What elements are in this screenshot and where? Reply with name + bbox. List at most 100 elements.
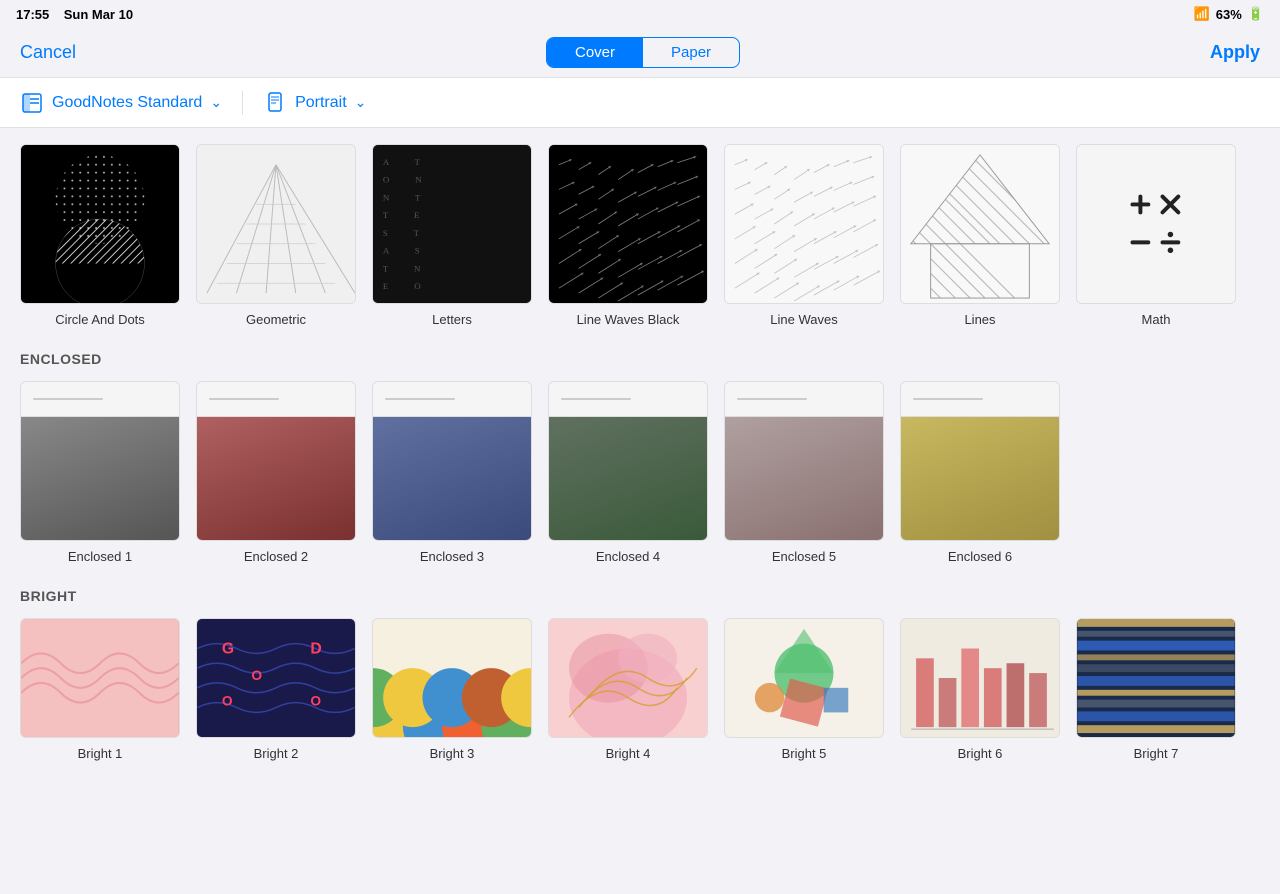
- svg-text:O: O: [222, 694, 233, 709]
- cover-label-bright-7: Bright 7: [1134, 746, 1179, 761]
- cover-label-geometric: Geometric: [246, 312, 306, 327]
- cover-label-enclosed-5: Enclosed 5: [772, 549, 836, 564]
- svg-text:E O: E O: [383, 281, 433, 291]
- cover-item-bright-7[interactable]: Bright 7: [1076, 618, 1236, 761]
- svg-text:S T: S T: [383, 228, 431, 238]
- cover-item-line-waves[interactable]: Line Waves: [724, 144, 884, 327]
- cover-item-line-waves-black[interactable]: Line Waves Black: [548, 144, 708, 327]
- cover-thumb-enclosed-5: [724, 381, 884, 541]
- template-selector[interactable]: GoodNotes Standard ⌄: [20, 91, 222, 115]
- svg-text:A T: A T: [383, 157, 432, 167]
- template-icon: [20, 91, 44, 115]
- cover-label-bright-1: Bright 1: [78, 746, 123, 761]
- cover-item-math[interactable]: Math: [1076, 144, 1236, 327]
- status-time-date: 17:55 Sun Mar 10: [16, 7, 133, 22]
- cover-item-geometric[interactable]: Geometric: [196, 144, 356, 327]
- svg-text:T E: T E: [383, 210, 431, 220]
- status-bar: 17:55 Sun Mar 10 📶 63% 🔋: [0, 0, 1280, 28]
- cover-label-enclosed-6: Enclosed 6: [948, 549, 1012, 564]
- cover-label-math: Math: [1142, 312, 1171, 327]
- cover-thumb-line-waves-black: [548, 144, 708, 304]
- orientation-selector[interactable]: Portrait ⌄: [263, 91, 366, 115]
- svg-text:O: O: [310, 694, 321, 709]
- svg-text:T N: T N: [383, 263, 432, 273]
- cover-label-lines: Lines: [964, 312, 995, 327]
- cover-thumb-enclosed-2: [196, 381, 356, 541]
- cover-thumb-bright-1: [20, 618, 180, 738]
- tab-group: Cover Paper: [546, 37, 740, 68]
- cover-item-enclosed-4[interactable]: Enclosed 4: [548, 381, 708, 564]
- cover-thumb-bright-7: [1076, 618, 1236, 738]
- cover-thumb-bright-2: G O O D O: [196, 618, 356, 738]
- status-indicators: 📶 63% 🔋: [1194, 6, 1264, 22]
- cancel-button[interactable]: Cancel: [20, 42, 76, 63]
- cover-item-letters[interactable]: A T O N N T T E S T A S T N E O Letters: [372, 144, 532, 327]
- cover-thumb-enclosed-1: [20, 381, 180, 541]
- tab-cover[interactable]: Cover: [547, 38, 643, 67]
- cover-item-bright-6[interactable]: Bright 6: [900, 618, 1060, 761]
- cover-label-bright-2: Bright 2: [254, 746, 299, 761]
- tab-paper[interactable]: Paper: [643, 38, 739, 67]
- wifi-icon: 📶: [1194, 6, 1210, 22]
- cover-gallery: Circle And Dots: [0, 128, 1280, 894]
- cover-label-line-waves: Line Waves: [770, 312, 837, 327]
- svg-text:G: G: [222, 640, 234, 657]
- cover-label-bright-4: Bright 4: [606, 746, 651, 761]
- cover-thumb-bright-4: [548, 618, 708, 738]
- cover-item-bright-3[interactable]: Bright 3: [372, 618, 532, 761]
- cover-thumb-enclosed-3: [372, 381, 532, 541]
- cover-item-bright-4[interactable]: Bright 4: [548, 618, 708, 761]
- cover-label-bright-6: Bright 6: [958, 746, 1003, 761]
- cover-label-enclosed-4: Enclosed 4: [596, 549, 660, 564]
- orientation-icon: [263, 91, 287, 115]
- cover-thumb-math: [1076, 144, 1236, 304]
- cover-label-line-waves-black: Line Waves Black: [577, 312, 680, 327]
- cover-item-enclosed-3[interactable]: Enclosed 3: [372, 381, 532, 564]
- cover-item-enclosed-6[interactable]: Enclosed 6: [900, 381, 1060, 564]
- cover-item-enclosed-1[interactable]: Enclosed 1: [20, 381, 180, 564]
- cover-label-bright-5: Bright 5: [782, 746, 827, 761]
- cover-label-enclosed-3: Enclosed 3: [420, 549, 484, 564]
- cover-thumb-bright-3: [372, 618, 532, 738]
- cover-thumb-lines: [900, 144, 1060, 304]
- svg-text:D: D: [310, 640, 321, 657]
- cover-label-enclosed-1: Enclosed 1: [68, 549, 132, 564]
- cover-item-circle-dots[interactable]: Circle And Dots: [20, 144, 180, 327]
- cover-label-enclosed-2: Enclosed 2: [244, 549, 308, 564]
- cover-item-bright-5[interactable]: Bright 5: [724, 618, 884, 761]
- cover-grid-enclosed: Enclosed 1 Enclosed 2 Enclosed 3: [20, 381, 1260, 564]
- cover-thumb-circle-dots: [20, 144, 180, 304]
- apply-button[interactable]: Apply: [1210, 42, 1260, 63]
- svg-text:O N: O N: [383, 175, 434, 185]
- orientation-chevron: ⌄: [355, 94, 367, 111]
- cover-thumb-bright-6: [900, 618, 1060, 738]
- cover-thumb-bright-5: [724, 618, 884, 738]
- cover-thumb-enclosed-4: [548, 381, 708, 541]
- cover-item-bright-2[interactable]: G O O D O Bright 2: [196, 618, 356, 761]
- battery-icon: 🔋: [1248, 6, 1264, 22]
- filter-bar: GoodNotes Standard ⌄ Portrait ⌄: [0, 78, 1280, 128]
- cover-item-lines[interactable]: Lines: [900, 144, 1060, 327]
- cover-thumb-letters: A T O N N T T E S T A S T N E O: [372, 144, 532, 304]
- cover-label-letters: Letters: [432, 312, 472, 327]
- filter-divider: [242, 91, 243, 115]
- cover-item-bright-1[interactable]: Bright 1: [20, 618, 180, 761]
- cover-item-enclosed-2[interactable]: Enclosed 2: [196, 381, 356, 564]
- cover-thumb-line-waves: [724, 144, 884, 304]
- nav-bar: Cancel Cover Paper Apply: [0, 28, 1280, 78]
- status-date: Sun Mar 10: [64, 7, 133, 22]
- svg-text:O: O: [251, 668, 262, 683]
- cover-thumb-enclosed-6: [900, 381, 1060, 541]
- cover-label-circle-dots: Circle And Dots: [55, 312, 145, 327]
- template-chevron: ⌄: [210, 94, 222, 111]
- section-title-enclosed: ENCLOSED: [20, 351, 1260, 367]
- svg-text:N T: N T: [383, 192, 432, 202]
- cover-grid-bright: Bright 1 G O O D O: [20, 618, 1260, 761]
- cover-item-enclosed-5[interactable]: Enclosed 5: [724, 381, 884, 564]
- battery-percent: 63%: [1216, 7, 1242, 22]
- orientation-label: Portrait: [295, 94, 347, 112]
- status-time: 17:55: [16, 7, 49, 22]
- template-label: GoodNotes Standard: [52, 94, 202, 112]
- section-title-bright: BRIGHT: [20, 588, 1260, 604]
- svg-text:A S: A S: [383, 246, 432, 256]
